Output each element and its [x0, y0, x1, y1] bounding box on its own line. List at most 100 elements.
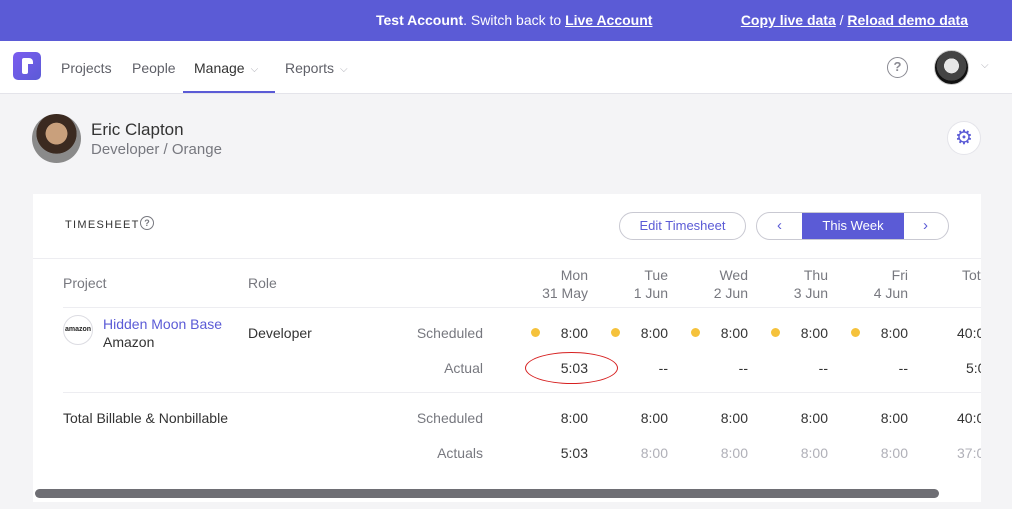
gear-icon: ⚙ [955, 127, 973, 149]
column-header-role: Role [248, 275, 277, 291]
timesheet-title: TIMESHEET [65, 219, 140, 231]
reload-demo-data-link[interactable]: Reload demo data [847, 12, 968, 28]
day-name: Thu [803, 267, 828, 283]
chevron-down-icon: ⌵ [250, 64, 259, 75]
separator: / [835, 12, 848, 28]
total-scheduled-fri: 8:00 [880, 410, 908, 426]
scheduled-dot-icon [771, 328, 780, 337]
live-account-link[interactable]: Live Account [565, 12, 652, 28]
chevron-down-icon[interactable]: ⌵ [981, 60, 989, 71]
day-date: 2 Jun [713, 285, 748, 301]
settings-button[interactable]: ⚙ [947, 121, 981, 155]
day-name: Wed [719, 267, 748, 283]
divider [63, 392, 981, 393]
total-scheduled-thu: 8:00 [800, 410, 828, 426]
actual-wed[interactable]: -- [739, 360, 748, 376]
chevron-down-icon: ⌵ [340, 64, 348, 75]
scheduled-mon: 8:00 [560, 325, 588, 341]
total-actuals-fri: 8:00 [880, 445, 908, 461]
scheduled-dot-icon [851, 328, 860, 337]
top-nav: Projects People Manage ⌵ Reports ⌵ ? ⌵ [0, 41, 1012, 94]
day-header-thu: Thu 3 Jun [794, 266, 828, 302]
total-scheduled-mon: 8:00 [560, 410, 588, 426]
total-actuals-tue: 8:00 [640, 445, 668, 461]
total-scheduled-tue: 8:00 [640, 410, 668, 426]
actual-fri[interactable]: -- [899, 360, 908, 376]
nav-projects[interactable]: Projects [61, 60, 112, 76]
nav-people[interactable]: People [132, 60, 176, 76]
nav-reports[interactable]: Reports ⌵ [285, 60, 348, 76]
total-actuals-label: Actuals [437, 445, 483, 461]
client-logo: amazon [63, 315, 93, 345]
switch-text: . Switch back to [463, 12, 566, 28]
nav-manage-label: Manage [194, 60, 245, 76]
scheduled-fri: 8:00 [880, 325, 908, 341]
day-header-total: Tot [962, 266, 981, 284]
actual-total: 5:0 [966, 360, 981, 376]
day-name: Mon [560, 267, 588, 283]
actual-thu[interactable]: -- [819, 360, 828, 376]
total-actuals-total: 37:0 [957, 445, 981, 461]
day-header-fri: Fri 4 Jun [874, 266, 908, 302]
total-actuals-mon: 5:03 [560, 445, 588, 461]
day-header-mon: Mon 31 May [542, 266, 588, 302]
timesheet-card: TIMESHEET ? Edit Timesheet ‹ This Week ›… [33, 194, 981, 502]
nav-projects-label: Projects [61, 60, 112, 76]
scheduled-label: Scheduled [416, 325, 483, 341]
scheduled-total: 40:0 [957, 325, 981, 341]
nav-people-label: People [132, 60, 176, 76]
account-status: Test Account. Switch back to Live Accoun… [376, 12, 652, 28]
column-header-project: Project [63, 275, 107, 291]
total-actuals-thu: 8:00 [800, 445, 828, 461]
day-name: Tue [644, 267, 668, 283]
account-name: Test Account [376, 12, 464, 28]
nav-manage[interactable]: Manage ⌵ [194, 60, 258, 76]
role-value: Developer [248, 325, 312, 341]
nav-reports-label: Reports [285, 60, 335, 76]
scheduled-wed: 8:00 [720, 325, 748, 341]
total-scheduled-total: 40:0 [957, 410, 981, 426]
demo-data-actions: Copy live data / Reload demo data [741, 12, 968, 28]
day-header-wed: Wed 2 Jun [714, 266, 748, 302]
this-week-button[interactable]: This Week [802, 213, 904, 239]
copy-live-data-link[interactable]: Copy live data [741, 12, 836, 28]
help-icon[interactable]: ? [140, 216, 154, 230]
highlight-circle [525, 352, 618, 384]
scheduled-tue: 8:00 [640, 325, 668, 341]
day-name: Tot [962, 267, 981, 283]
scheduled-dot-icon [691, 328, 700, 337]
profile-avatar [32, 114, 81, 163]
total-actuals-wed: 8:00 [720, 445, 748, 461]
client-name: Amazon [103, 334, 155, 350]
week-navigator: ‹ This Week › [756, 212, 949, 240]
profile-name: Eric Clapton [91, 120, 184, 139]
user-avatar[interactable] [934, 50, 969, 85]
profile-role: Developer / Orange [91, 141, 222, 158]
day-header-tue: Tue 1 Jun [634, 266, 668, 302]
day-date: 3 Jun [793, 285, 828, 301]
horizontal-scrollbar[interactable] [35, 489, 939, 498]
account-banner: Test Account. Switch back to Live Accoun… [0, 0, 1012, 41]
divider [63, 307, 981, 308]
total-scheduled-wed: 8:00 [720, 410, 748, 426]
day-date: 1 Jun [633, 285, 668, 301]
day-name: Fri [891, 267, 908, 283]
chevron-right-icon: › [923, 217, 928, 234]
edit-timesheet-button[interactable]: Edit Timesheet [619, 212, 746, 240]
total-scheduled-label: Scheduled [416, 410, 483, 426]
total-label: Total Billable & Nonbillable [63, 410, 228, 426]
actual-tue[interactable]: -- [659, 360, 668, 376]
previous-week-button[interactable]: ‹ [757, 213, 802, 239]
next-week-button[interactable]: › [903, 213, 948, 239]
active-tab-indicator [183, 91, 275, 93]
divider [33, 258, 981, 259]
help-icon[interactable]: ? [887, 57, 908, 78]
day-date: 31 May [542, 285, 588, 301]
project-link[interactable]: Hidden Moon Base [103, 316, 222, 332]
chevron-left-icon: ‹ [777, 217, 782, 234]
scheduled-dot-icon [531, 328, 540, 337]
actual-label: Actual [444, 360, 483, 376]
scheduled-dot-icon [611, 328, 620, 337]
app-logo-icon[interactable] [13, 52, 41, 80]
day-date: 4 Jun [873, 285, 908, 301]
